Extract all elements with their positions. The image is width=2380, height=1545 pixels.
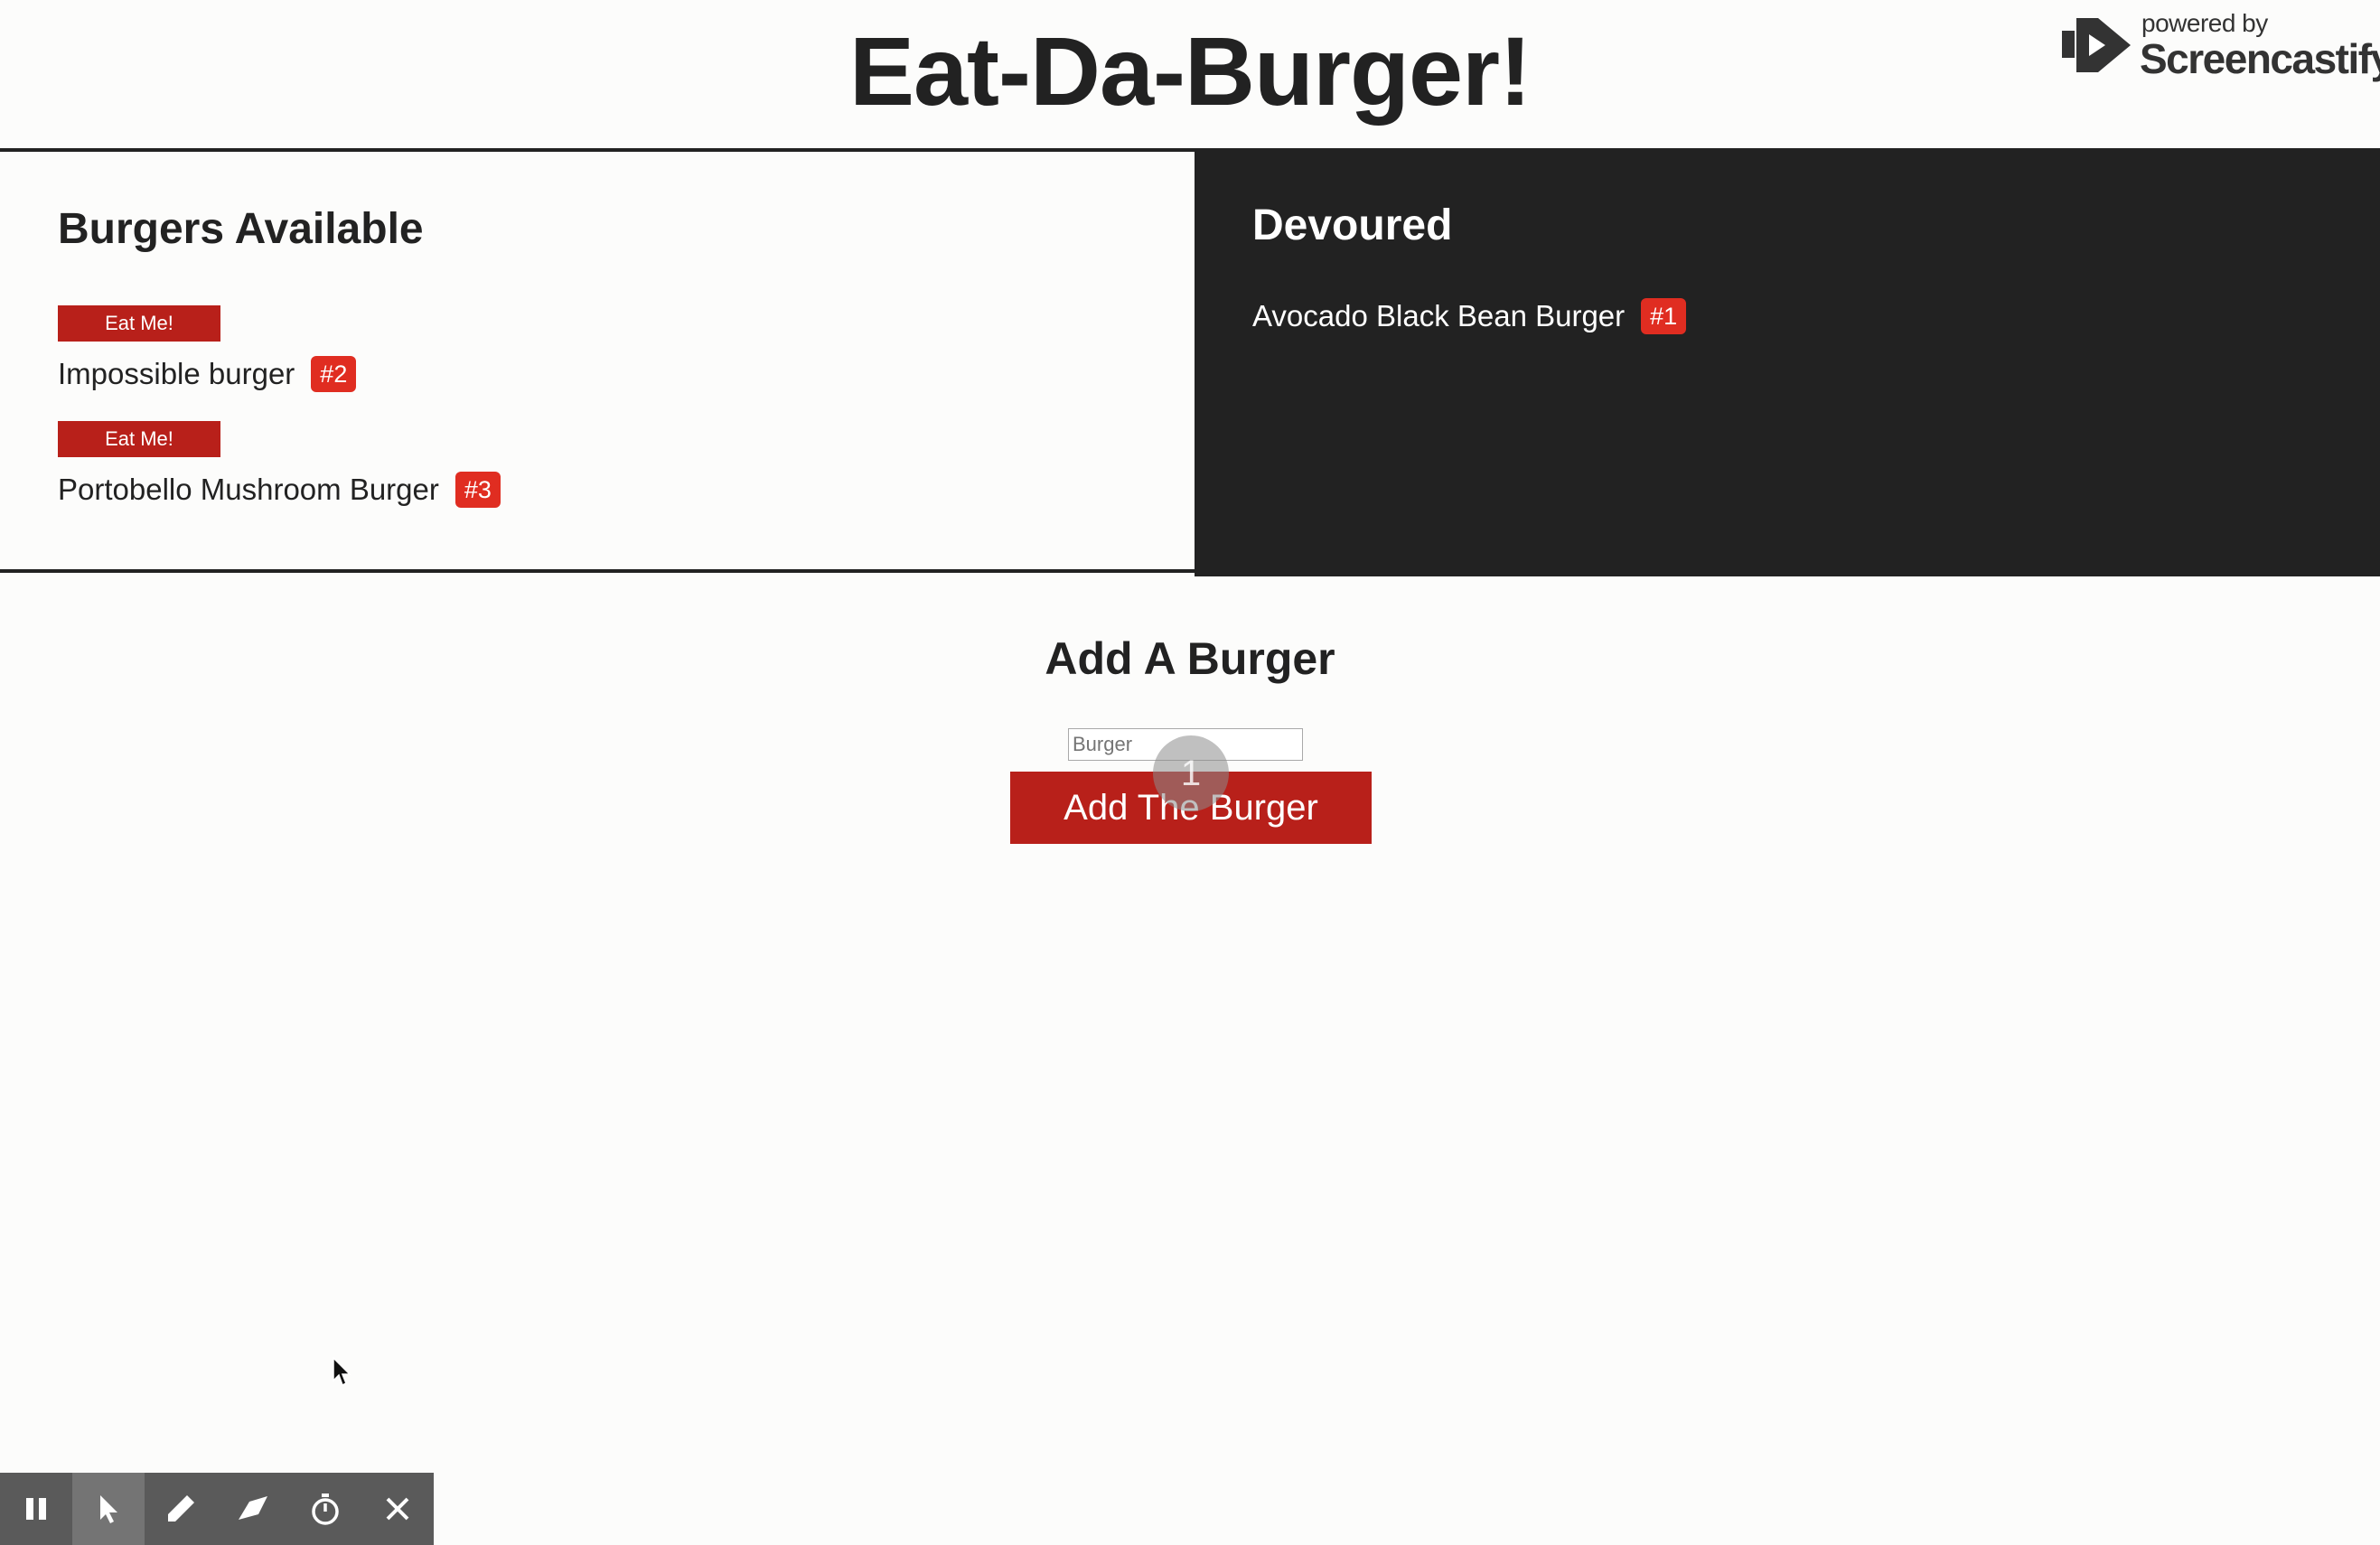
pointer-tool-button[interactable] (72, 1473, 145, 1545)
pause-button[interactable] (0, 1473, 72, 1545)
close-icon (386, 1497, 409, 1521)
timer-button[interactable] (289, 1473, 361, 1545)
burger-id-badge: #3 (454, 472, 501, 508)
mouse-cursor-icon (333, 1357, 351, 1387)
burger-name: Impossible burger (58, 357, 295, 390)
recorder-toolbar (0, 1473, 434, 1545)
pen-icon (168, 1495, 194, 1522)
close-recorder-button[interactable] (361, 1473, 434, 1545)
eraser-icon (239, 1496, 267, 1520)
pointer-icon (100, 1495, 117, 1523)
burger-id-badge: #2 (311, 356, 357, 392)
burger-entry: Portobello Mushroom Burger #3 (58, 472, 501, 508)
devoured-heading: Devoured (1252, 201, 1453, 249)
burger-name: Portobello Mushroom Burger (58, 473, 439, 506)
burger-id-badge: #1 (1641, 298, 1687, 334)
screencastify-logo-icon (2062, 18, 2131, 72)
devoured-burger-entry: Avocado Black Bean Burger #1 (1252, 298, 1687, 334)
burgers-available-heading: Burgers Available (58, 205, 424, 253)
pause-icon (26, 1498, 46, 1520)
devoured-panel: Devoured Avocado Black Bean Burger #1 (1195, 152, 2380, 576)
timer-icon (312, 1494, 339, 1525)
add-burger-button[interactable]: Add The Burger (1010, 772, 1372, 844)
eat-me-button[interactable]: Eat Me! (58, 305, 220, 342)
burgers-available-panel: Burgers Available Eat Me! Impossible bur… (0, 152, 1195, 573)
eraser-tool-button[interactable] (217, 1473, 289, 1545)
burger-entry: Impossible burger #2 (58, 356, 357, 392)
burger-name-input[interactable] (1068, 728, 1303, 761)
burger-name: Avocado Black Bean Burger (1252, 299, 1626, 332)
add-burger-heading: Add A Burger (1045, 633, 1335, 684)
app-title: Eat-Da-Burger! (848, 16, 1532, 126)
pen-tool-button[interactable] (145, 1473, 217, 1545)
eat-me-button[interactable]: Eat Me! (58, 421, 220, 457)
screencastify-watermark: powered by Screencastify (2062, 9, 2380, 82)
page-header: Eat-Da-Burger! powered by Screencastify (0, 0, 2380, 152)
screencastify-brand: Screencastify (2140, 35, 2380, 82)
